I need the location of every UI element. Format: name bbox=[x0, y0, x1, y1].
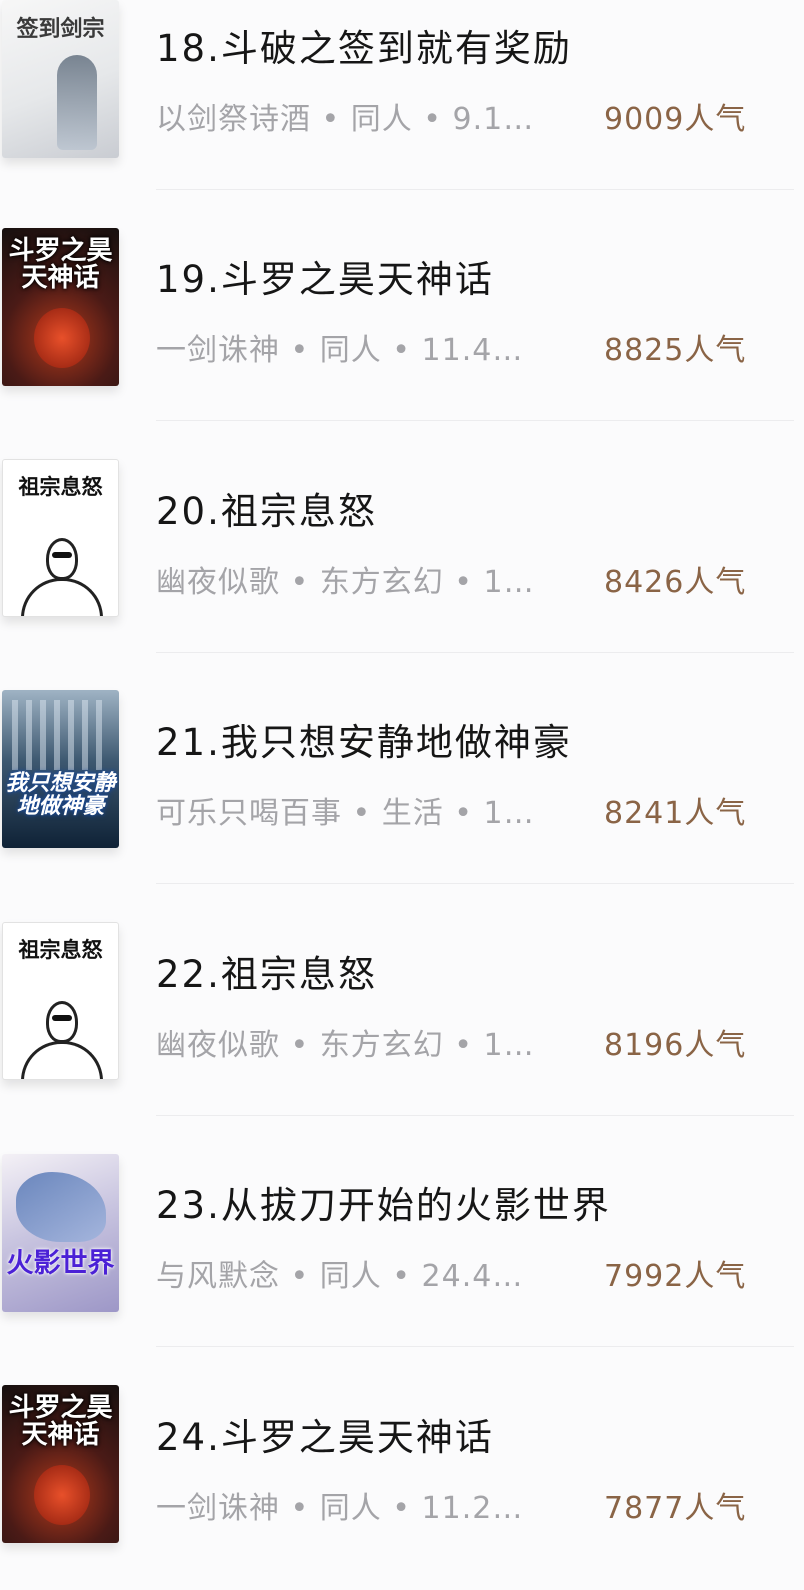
book-popularity: 7992人气 bbox=[604, 1259, 747, 1294]
book-popularity: 9009人气 bbox=[604, 102, 747, 137]
book-list-item[interactable]: 斗罗之昊天神话 19.斗罗之昊天神话 一剑诛神 • 同人 • 11.4… 882… bbox=[0, 228, 804, 463]
cover-figure-art bbox=[57, 55, 97, 150]
book-title[interactable]: 21.我只想安静地做神豪 bbox=[156, 712, 572, 766]
book-meta: 幽夜似歌 • 东方玄幻 • 1… bbox=[156, 1028, 535, 1063]
book-title[interactable]: 22.祖宗息怒 bbox=[156, 944, 377, 998]
book-list-item[interactable]: 祖宗息怒 22.祖宗息怒 幽夜似歌 • 东方玄幻 • 1… 8196人气 bbox=[0, 922, 804, 1158]
row-divider bbox=[156, 189, 794, 190]
book-meta: 与风默念 • 同人 • 24.4… bbox=[156, 1259, 524, 1294]
cover-title-text: 签到剑宗 bbox=[16, 16, 105, 42]
row-divider bbox=[156, 652, 794, 653]
row-divider bbox=[156, 1346, 794, 1347]
book-cover-image[interactable]: 祖宗息怒 bbox=[2, 922, 119, 1080]
book-list-item[interactable]: 签到剑宗 18.斗破之签到就有奖励 以剑祭诗酒 • 同人 • 9.1… 9009… bbox=[0, 0, 804, 232]
cover-figure-art bbox=[16, 1172, 106, 1242]
row-divider bbox=[156, 883, 794, 884]
cover-title-text: 祖宗息怒 bbox=[18, 937, 103, 962]
book-title[interactable]: 24.斗罗之昊天神话 bbox=[156, 1407, 494, 1461]
cover-city-art bbox=[12, 700, 109, 770]
book-cover-image[interactable]: 我只想安静地做神豪 bbox=[2, 690, 119, 848]
cover-figure-art bbox=[34, 308, 90, 368]
book-cover-image[interactable]: 斗罗之昊天神话 bbox=[2, 228, 119, 386]
book-popularity: 8825人气 bbox=[604, 333, 747, 368]
book-title[interactable]: 18.斗破之签到就有奖励 bbox=[156, 18, 572, 72]
cover-body-art bbox=[21, 1041, 103, 1079]
book-popularity: 7877人气 bbox=[604, 1491, 747, 1526]
book-title[interactable]: 19.斗罗之昊天神话 bbox=[156, 249, 494, 303]
cover-sunglasses-art bbox=[52, 1015, 72, 1021]
cover-title-text: 我只想安静地做神豪 bbox=[5, 771, 116, 820]
book-list-item[interactable]: 祖宗息怒 20.祖宗息怒 幽夜似歌 • 东方玄幻 • 1… 8426人气 bbox=[0, 459, 804, 695]
cover-title-text: 斗罗之昊天神话 bbox=[8, 1393, 113, 1451]
book-cover-image[interactable]: 火影世界 bbox=[2, 1154, 119, 1312]
book-meta: 以剑祭诗酒 • 同人 • 9.1… bbox=[156, 102, 535, 137]
cover-title-text: 火影世界 bbox=[6, 1248, 115, 1279]
cover-body-art bbox=[21, 578, 103, 616]
row-divider bbox=[156, 1115, 794, 1116]
book-meta: 幽夜似歌 • 东方玄幻 • 1… bbox=[156, 565, 535, 600]
book-title[interactable]: 20.祖宗息怒 bbox=[156, 481, 377, 535]
cover-title-text: 斗罗之昊天神话 bbox=[8, 236, 113, 294]
book-title[interactable]: 23.从拔刀开始的火影世界 bbox=[156, 1175, 611, 1229]
book-list-item[interactable]: 斗罗之昊天神话 24.斗罗之昊天神话 一剑诛神 • 同人 • 11.2… 787… bbox=[0, 1385, 804, 1590]
book-cover-image[interactable]: 签到剑宗 bbox=[2, 0, 119, 158]
book-list-item[interactable]: 火影世界 23.从拔刀开始的火影世界 与风默念 • 同人 • 24.4… 799… bbox=[0, 1154, 804, 1389]
book-cover-image[interactable]: 斗罗之昊天神话 bbox=[2, 1385, 119, 1543]
book-cover-image[interactable]: 祖宗息怒 bbox=[2, 459, 119, 617]
book-meta: 可乐只喝百事 • 生活 • 1… bbox=[156, 796, 535, 831]
cover-title-text: 祖宗息怒 bbox=[18, 474, 103, 499]
cover-figure-art bbox=[46, 538, 78, 580]
book-list-item[interactable]: 我只想安静地做神豪 21.我只想安静地做神豪 可乐只喝百事 • 生活 • 1… … bbox=[0, 690, 804, 926]
cover-figure-art bbox=[46, 1001, 78, 1043]
book-ranking-list: 签到剑宗 18.斗破之签到就有奖励 以剑祭诗酒 • 同人 • 9.1… 9009… bbox=[0, 0, 804, 1590]
book-meta: 一剑诛神 • 同人 • 11.2… bbox=[156, 1491, 524, 1526]
book-popularity: 8426人气 bbox=[604, 565, 747, 600]
row-divider bbox=[156, 420, 794, 421]
book-popularity: 8241人气 bbox=[604, 796, 747, 831]
book-popularity: 8196人气 bbox=[604, 1028, 747, 1063]
cover-sunglasses-art bbox=[52, 552, 72, 558]
book-meta: 一剑诛神 • 同人 • 11.4… bbox=[156, 333, 524, 368]
cover-figure-art bbox=[34, 1465, 90, 1525]
